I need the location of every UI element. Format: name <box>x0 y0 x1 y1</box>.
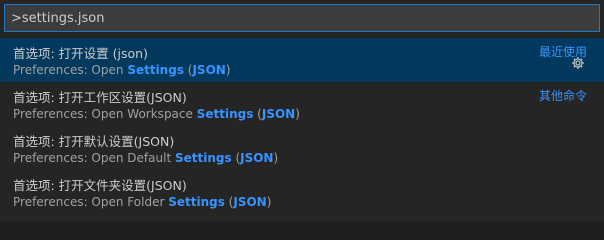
command-item-detail: Preferences: Open Default Settings (JSON… <box>13 151 279 165</box>
command-item-label: 首选项: 打开设置 (json) <box>13 46 148 61</box>
command-list: 首选项: 打开设置 (json) Preferences: Open Setti… <box>0 38 604 214</box>
command-item-open-settings-json[interactable]: 首选项: 打开设置 (json) Preferences: Open Setti… <box>0 38 604 82</box>
command-item-label: 首选项: 打开默认设置(JSON) <box>13 134 175 149</box>
command-item-detail: Preferences: Open Folder Settings (JSON) <box>13 195 272 209</box>
command-input-box[interactable] <box>4 4 600 32</box>
group-label-other-commands: 其他命令 <box>538 89 587 103</box>
command-item-detail: Preferences: Open Settings (JSON) <box>13 63 231 77</box>
command-palette: 首选项: 打开设置 (json) Preferences: Open Setti… <box>0 0 604 222</box>
command-item-open-workspace-settings-json[interactable]: 首选项: 打开工作区设置(JSON) Preferences: Open Wor… <box>0 82 604 126</box>
command-item-open-folder-settings-json[interactable]: 首选项: 打开文件夹设置(JSON) Preferences: Open Fol… <box>0 170 604 214</box>
command-item-label: 首选项: 打开文件夹设置(JSON) <box>13 178 187 193</box>
command-item-detail: Preferences: Open Workspace Settings (JS… <box>13 107 300 121</box>
command-input[interactable] <box>5 5 599 31</box>
gear-icon[interactable] <box>571 56 585 70</box>
command-item-label: 首选项: 打开工作区设置(JSON) <box>13 90 187 105</box>
command-item-open-default-settings-json[interactable]: 首选项: 打开默认设置(JSON) Preferences: Open Defa… <box>0 126 604 170</box>
